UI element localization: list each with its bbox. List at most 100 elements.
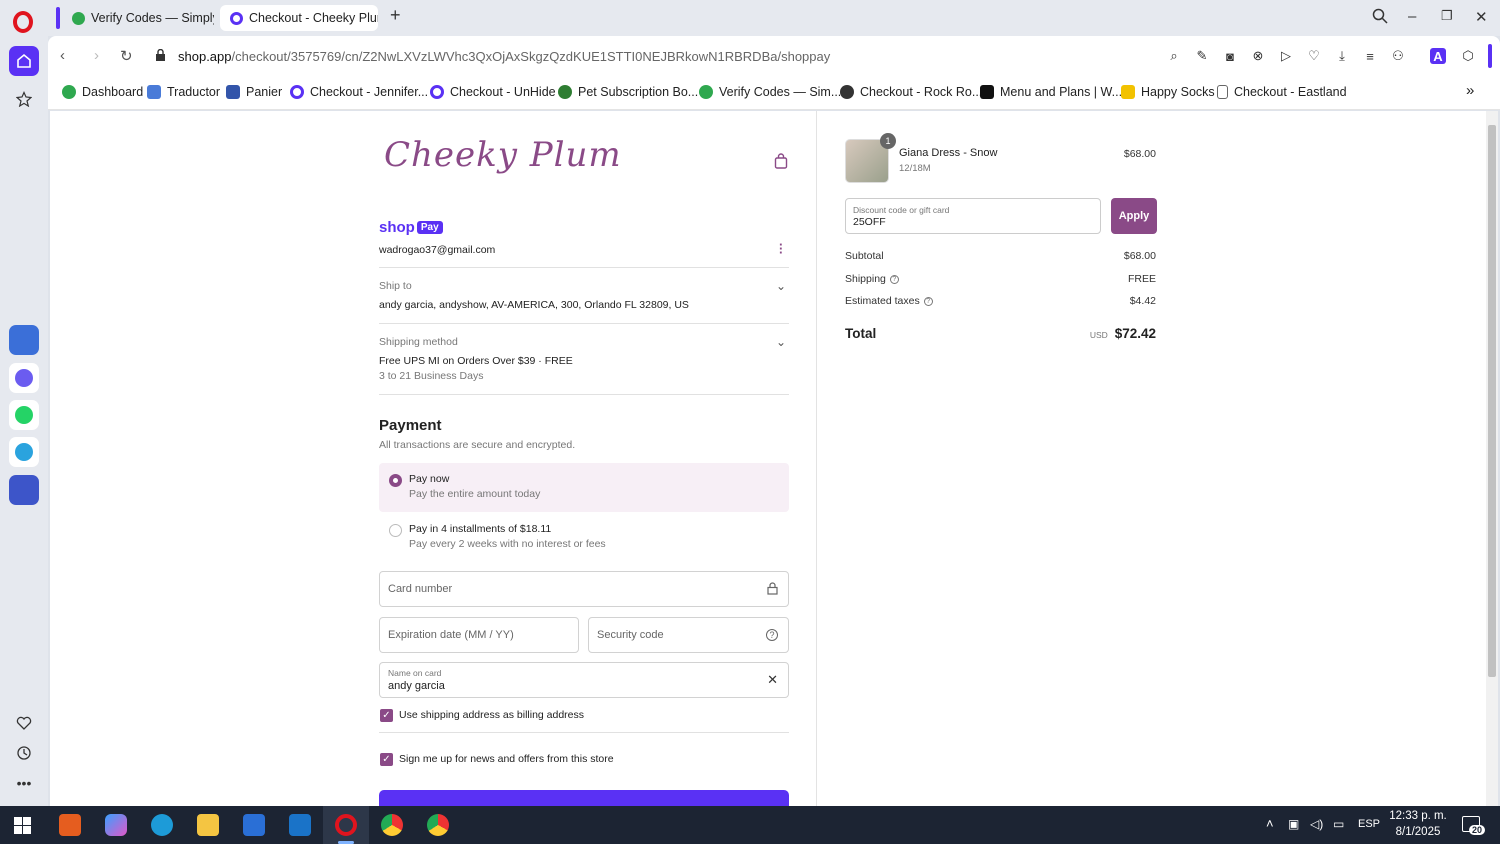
bookmark-item[interactable]: Checkout - Rock Ro... [840, 85, 982, 99]
extensions-icon[interactable]: ⬡ [1460, 48, 1476, 64]
page-scrollbar[interactable] [1486, 111, 1498, 806]
bookmark-item[interactable]: Dashboard [62, 85, 143, 99]
opera-logo-icon[interactable] [13, 11, 33, 33]
bookmark-item[interactable]: Checkout - Eastland [1217, 85, 1347, 99]
opera-taskbar-icon[interactable] [335, 814, 357, 836]
pay-now-radio[interactable] [389, 474, 402, 487]
scrollbar-thumb[interactable] [1488, 125, 1496, 677]
discount-label: Discount code or gift card [853, 205, 950, 215]
tab-title: Verify Codes — SimplyCo [91, 11, 214, 25]
apply-button[interactable]: Apply [1111, 198, 1157, 234]
restore-icon[interactable]: ❐ [1441, 8, 1453, 24]
chevron-up-icon[interactable]: ˄ [1266, 816, 1274, 831]
file-explorer-icon[interactable] [197, 814, 219, 836]
home-icon[interactable] [9, 46, 39, 76]
clock-time[interactable]: 12:33 p. m. [1386, 810, 1450, 822]
bookmarks-overflow-icon[interactable]: » [1466, 82, 1474, 99]
bookmark-item[interactable]: Pet Subscription Bo... [558, 85, 698, 99]
adblock-icon[interactable]: ⊗ [1250, 48, 1266, 64]
flow-icon[interactable]: ▷ [1278, 48, 1294, 64]
network-icon[interactable]: ▭ [1333, 817, 1344, 831]
info-icon[interactable]: ? [889, 274, 899, 284]
bookmark-favicon-icon [840, 85, 854, 99]
favorite-icon[interactable]: ♡ [1306, 48, 1322, 64]
easy-setup-icon[interactable]: ≡ [1362, 48, 1378, 64]
chrome-icon[interactable] [381, 814, 403, 836]
pay-now-button[interactable] [379, 790, 789, 806]
bookmark-favicon-icon [980, 85, 994, 99]
whatsapp-icon[interactable] [9, 400, 39, 430]
star-icon[interactable] [9, 84, 39, 114]
minimize-icon[interactable]: – [1408, 8, 1416, 25]
discount-code-field[interactable]: Discount code or gift card 25OFF [845, 198, 1101, 234]
forward-icon[interactable]: › [94, 47, 99, 64]
volume-icon[interactable]: ◁) [1310, 817, 1323, 831]
shipping-method-chevron-down-icon[interactable]: ⌄ [776, 335, 786, 349]
music-player-icon[interactable] [9, 475, 39, 505]
telegram-icon[interactable] [9, 437, 39, 467]
tab-verify-codes[interactable]: Verify Codes — SimplyCo [62, 5, 214, 31]
pay-installments-option[interactable]: Pay in 4 installments of $18.11 Pay ever… [379, 513, 789, 562]
taxes-value: $4.42 [1129, 295, 1156, 307]
messenger-icon[interactable] [9, 363, 39, 393]
lock-icon[interactable] [155, 48, 166, 65]
chrome-icon[interactable] [427, 814, 449, 836]
search-page-icon[interactable]: ⌕ [1166, 48, 1182, 64]
billing-checkbox[interactable]: ✓ [380, 709, 393, 722]
security-code-field[interactable]: Security code ? [588, 617, 789, 653]
divider [379, 323, 789, 324]
bookmark-item[interactable]: Menu and Plans | W... [980, 85, 1122, 99]
edge-icon[interactable] [151, 814, 173, 836]
opera-sidebar: ••• [0, 0, 48, 806]
clock-date[interactable]: 8/1/2025 [1386, 826, 1450, 838]
aria-icon[interactable] [9, 325, 39, 355]
bookmark-item[interactable]: Verify Codes — Sim... [699, 85, 841, 99]
product-price: $68.00 [1123, 148, 1156, 160]
close-window-icon[interactable]: ✕ [1475, 8, 1488, 26]
bookmark-item[interactable]: Checkout - Jennifer... [290, 85, 428, 99]
app-icon[interactable] [59, 814, 81, 836]
name-on-card-field[interactable]: Name on card andy garcia ✕ [379, 662, 789, 698]
ship-to-chevron-down-icon[interactable]: ⌄ [776, 279, 786, 293]
help-icon[interactable]: ? [766, 629, 778, 641]
search-tabs-icon[interactable] [1372, 8, 1388, 28]
discount-value: 25OFF [853, 216, 886, 228]
history-icon[interactable] [9, 738, 39, 768]
url-field[interactable]: shop.app/checkout/3575769/cn/Z2NwLXVzLWV… [178, 49, 830, 64]
cart-bag-icon[interactable] [774, 153, 788, 172]
card-number-field[interactable]: Card number [379, 571, 789, 607]
shop-favicon-icon [290, 85, 304, 99]
extension-a-icon[interactable]: A [1430, 48, 1446, 64]
clear-icon[interactable]: ✕ [767, 672, 778, 688]
store-icon[interactable] [243, 814, 265, 836]
newsletter-checkbox[interactable]: ✓ [380, 753, 393, 766]
meet-icon[interactable]: ▣ [1288, 817, 1299, 831]
heart-icon[interactable] [9, 708, 39, 738]
outlook-icon[interactable] [289, 814, 311, 836]
bookmark-item[interactable]: Panier [226, 85, 282, 99]
pay-installments-radio[interactable] [389, 524, 402, 537]
expiration-date-field[interactable]: Expiration date (MM / YY) [379, 617, 579, 653]
windows-start-icon[interactable] [14, 817, 31, 834]
bookmark-item[interactable]: Traductor [147, 85, 220, 99]
camera-icon[interactable]: ◙ [1222, 48, 1238, 64]
edit-icon[interactable]: ✎ [1194, 48, 1210, 64]
bookmark-item[interactable]: Happy Socks [1121, 85, 1215, 99]
tab-cheeky-plum[interactable]: Checkout - Cheeky Plum [220, 5, 378, 31]
reload-icon[interactable]: ↻ [120, 47, 133, 65]
copilot-icon[interactable] [105, 814, 127, 836]
account-menu-icon[interactable]: · · · [779, 238, 783, 259]
language-indicator[interactable]: ESP [1358, 818, 1380, 830]
more-icon[interactable]: ••• [9, 768, 39, 798]
bookmark-label: Checkout - UnHide [450, 85, 556, 99]
new-tab-icon[interactable]: + [390, 5, 401, 26]
back-icon[interactable]: ‹ [60, 47, 65, 64]
profile-icon[interactable]: ⚇ [1390, 48, 1406, 64]
verify-codes-favicon-icon [72, 11, 85, 25]
store-logo[interactable]: Cheeky Plum [384, 135, 622, 175]
bookmark-item[interactable]: Checkout - UnHide [430, 85, 556, 99]
info-icon[interactable]: ? [923, 296, 933, 306]
bookmark-favicon-icon [699, 85, 713, 99]
download-icon[interactable]: ⤓ [1334, 48, 1350, 64]
pay-now-option[interactable]: Pay now Pay the entire amount today [379, 463, 789, 512]
